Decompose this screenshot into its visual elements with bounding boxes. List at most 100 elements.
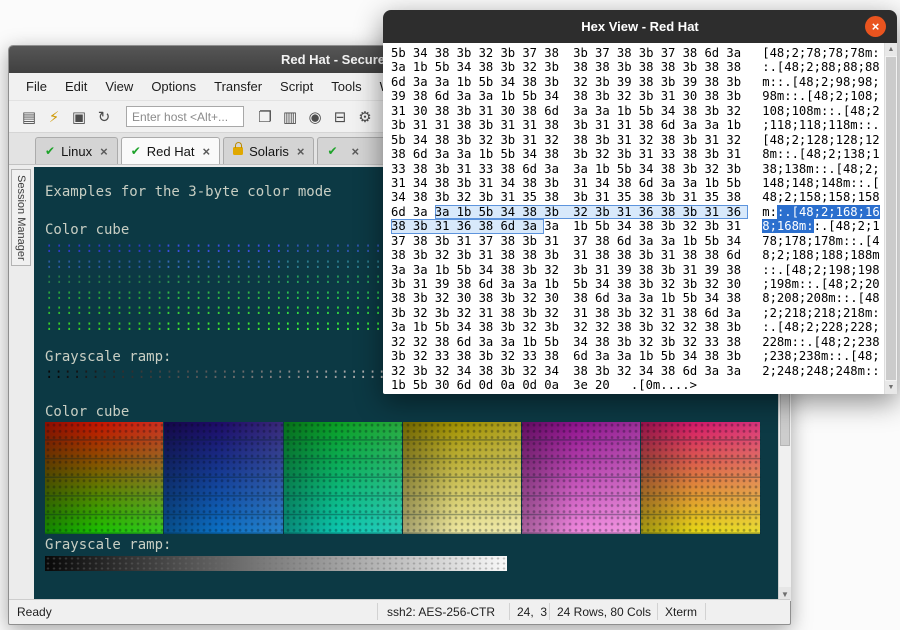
close-button[interactable]: ×: [865, 16, 886, 37]
hex-row[interactable]: 3b3233383b3233386d3a3a1b5b34383b;238;238…: [391, 349, 884, 363]
color-cube-cell: ::::::::::::: [45, 257, 164, 273]
print-icon[interactable]: ⊟: [328, 105, 352, 129]
color-cube-panel: [45, 422, 163, 534]
color-cube-cell: ::::::::::::: [164, 319, 283, 335]
hex-row[interactable]: 33383b3133386d3a3a1b5b34383b323b 38;138m:…: [391, 162, 884, 176]
hex-content[interactable]: 5b34383b323b37383b37383b37386d3a[48;2;78…: [383, 43, 884, 394]
menu-tools[interactable]: Tools: [322, 79, 370, 94]
hex-ascii: 98m::.[48;2;108;: [762, 89, 879, 103]
hex-row[interactable]: 6d3a3a1b5b34383b323b3136383b3136m::.[48;…: [391, 205, 884, 219]
status-terminal-size: 24 Rows, 80 Cols: [557, 605, 651, 619]
hex-row[interactable]: 383b3136386d3a3a1b5b34383b323b31 8;168m::…: [391, 219, 884, 233]
reconnect-icon[interactable]: ↻: [92, 105, 116, 129]
color-cube-panel: [403, 422, 521, 534]
hex-row[interactable]: 6d3a3a1b5b34383b323b39383b39383bm::.[48;…: [391, 75, 884, 89]
ascii-selection: :.[48;2;168;16: [777, 205, 880, 219]
connect-icon[interactable]: ▣: [67, 105, 91, 129]
hex-row[interactable]: 383b3230383b3230386d3a3a1b5b34388;208;20…: [391, 291, 884, 305]
tab-close-icon[interactable]: ×: [203, 144, 211, 159]
host-input[interactable]: Enter host <Alt+...: [126, 106, 244, 127]
scroll-down-icon[interactable]: ▼: [885, 381, 897, 394]
hex-ascii: ;118;118;118m::.: [762, 118, 879, 132]
hex-row[interactable]: 5b34383b323b37383b37383b37386d3a[48;2;78…: [391, 46, 884, 60]
hex-ascii: .[0m....>: [631, 378, 704, 392]
menu-script[interactable]: Script: [271, 79, 322, 94]
toolbar-right-group: ❐▥◉⊟⚙: [253, 105, 378, 129]
hex-bytes: 34383b323b3135383b3135383b313538: [391, 190, 748, 204]
tab-close-icon[interactable]: ×: [100, 144, 108, 159]
ramp-step: ::: [137, 367, 155, 382]
grayscale-ramp-label: Grayscale ramp:: [45, 538, 778, 553]
hex-row[interactable]: 5b34383b323b3132383b3132383b3132[48;2;12…: [391, 133, 884, 147]
hex-row[interactable]: 3a1b5b34383b323b38383b38383b3838:.[48;2;…: [391, 60, 884, 74]
color-cube-cell: ::::::::::::: [45, 272, 164, 288]
menu-view[interactable]: View: [96, 79, 142, 94]
status-separator: [509, 603, 510, 620]
paste-icon[interactable]: ▥: [278, 105, 302, 129]
tab-label: Linux: [61, 144, 92, 159]
menu-file[interactable]: File: [17, 79, 56, 94]
hex-ascii: 8m::.[48;2;138;1: [762, 147, 879, 161]
hex-row[interactable]: 386d3a3a1b5b34383b323b3133383b318m::.[48…: [391, 147, 884, 161]
ramp-step: ::: [285, 367, 303, 382]
hex-ascii: 8;168m::.[48;2;1: [762, 219, 879, 233]
ramp-step: ::: [341, 367, 359, 382]
session-manager-icon[interactable]: ▤: [17, 105, 41, 129]
hex-row[interactable]: 3b3131383b3131383b3131386d3a3a1b;118;118…: [391, 118, 884, 132]
quick-connect-icon[interactable]: ⚡: [42, 105, 66, 129]
hex-row[interactable]: 3134383b3134383b3134386d3a3a1b5b148;148;…: [391, 176, 884, 190]
find-icon[interactable]: ◉: [303, 105, 327, 129]
hex-ascii: :.[48;2;228;228;: [762, 320, 879, 334]
scrollbar-thumb[interactable]: [886, 57, 896, 380]
color-cube-cell: ::::::::::::: [164, 257, 283, 273]
hex-row[interactable]: 3a1b5b34383b323b3232383b3232383b:.[48;2;…: [391, 320, 884, 334]
hex-row[interactable]: 34383b323b3135383b3135383b313538 48;2;158…: [391, 190, 884, 204]
tab-red-hat[interactable]: ✔Red Hat×: [121, 137, 220, 164]
hex-row[interactable]: 3130383b3130386d3a3a1b5b34383b32108;108m…: [391, 104, 884, 118]
hex-selection: 3a1b5b34383b323b3136383b3136: [435, 205, 748, 219]
hex-bytes: 39386d3a3a1b5b34383b323b3130383b: [391, 89, 748, 103]
session-manager-tab[interactable]: Session Manager: [11, 169, 31, 266]
hex-bytes: 383b323b3138383b3138383b3138386d: [391, 248, 748, 262]
tab-label: Red Hat: [147, 144, 195, 159]
hex-row[interactable]: 3232386d3a3a1b5b34383b323b323338228m::.[…: [391, 335, 884, 349]
hex-row[interactable]: 383b323b3138383b3138383b3138386d8;2;188;…: [391, 248, 884, 262]
color-cube-cell: ::::::::::::: [164, 272, 283, 288]
hex-selection: 383b3136386d3a: [391, 219, 544, 233]
hex-bytes: 383b3136386d3a3a1b5b34383b323b31: [391, 219, 748, 233]
color-cube-panel: [284, 422, 402, 534]
color-cube-panel: [164, 422, 282, 534]
hex-ascii: 78;178;178m::.[4: [762, 234, 879, 248]
desktop: Red Hat - SecureCRT FileEditViewOptionsT…: [0, 0, 900, 630]
tab-solaris[interactable]: Solaris×: [223, 137, 314, 164]
lock-icon: [233, 147, 243, 155]
hex-titlebar[interactable]: Hex View - Red Hat ×: [383, 10, 897, 43]
hex-row[interactable]: 1b5b306d0d0a0d0a3e20.[0m....>: [391, 378, 884, 392]
tab-close-icon[interactable]: ×: [297, 144, 305, 159]
options-icon[interactable]: ⚙: [353, 105, 377, 129]
hex-row[interactable]: 3b323b3231383b3231383b3231386d3a;2;218;2…: [391, 306, 884, 320]
hex-ascii: 38;138m::.[48;2;: [762, 162, 879, 176]
copy-icon[interactable]: ❐: [253, 105, 277, 129]
hex-row[interactable]: 323b3234383b3234383b3234386d3a3a2;248;24…: [391, 364, 884, 378]
hex-bytes: 383b3230383b3230386d3a3a1b5b3438: [391, 291, 748, 305]
hex-row[interactable]: 3a3a1b5b34383b323b3139383b313938::.[48;2…: [391, 263, 884, 277]
menu-options[interactable]: Options: [142, 79, 205, 94]
hex-ascii: :.[48;2;88;88;88: [762, 60, 879, 74]
hex-bytes: 33383b3133386d3a3a1b5b34383b323b: [391, 162, 748, 176]
hex-ascii: ;238;238m::.[48;: [762, 349, 879, 363]
hex-row[interactable]: 37383b3137383b3137386d3a3a1b5b3478;178;1…: [391, 234, 884, 248]
color-cube-label: Color cube: [45, 405, 778, 420]
ramp-step: ::: [248, 367, 266, 382]
hex-ascii: m::.[48;2;98;98;: [762, 75, 879, 89]
scroll-up-icon[interactable]: ▲: [885, 43, 897, 56]
hex-scrollbar[interactable]: ▲ ▼: [884, 43, 897, 394]
hex-ascii: 108;108m::.[48;2: [762, 104, 879, 118]
tab-linux[interactable]: ✔Linux×: [35, 137, 118, 164]
hex-row[interactable]: 39386d3a3a1b5b34383b323b3130383b 98m::.[4…: [391, 89, 884, 103]
hex-ascii: 48;2;158;158;158: [762, 190, 879, 204]
menu-transfer[interactable]: Transfer: [205, 79, 271, 94]
menu-edit[interactable]: Edit: [56, 79, 96, 94]
hex-row[interactable]: 3b3139386d3a3a1b5b34383b323b3230;198m::.…: [391, 277, 884, 291]
tab-close-icon[interactable]: ×: [352, 144, 360, 159]
